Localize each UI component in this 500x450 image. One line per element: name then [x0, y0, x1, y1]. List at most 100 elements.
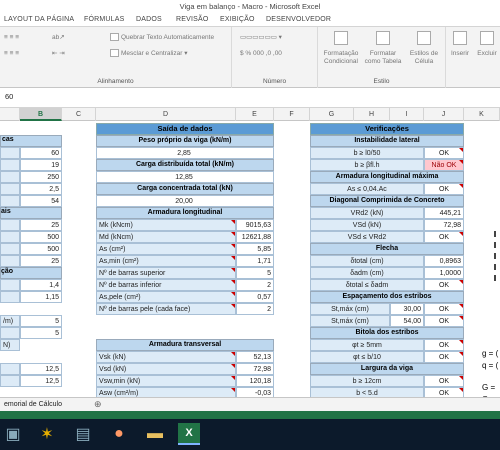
col-c[interactable]: C [62, 108, 96, 121]
folder-icon[interactable]: ▬ [144, 423, 166, 445]
left-row-value[interactable]: 250 [20, 171, 62, 183]
formula-value[interactable]: 60 [5, 92, 13, 101]
col-j[interactable]: J [424, 108, 464, 121]
left-row-value[interactable]: 1,15 [20, 291, 62, 303]
cell-styles-button[interactable]: Estilos de Célula [404, 31, 444, 66]
peso-value[interactable]: 2,85 [96, 147, 274, 159]
trans-row-value[interactable]: 72,98 [236, 363, 274, 375]
sheet-tab-memorial[interactable]: emorial de Cálculo [0, 398, 62, 412]
left-row-label [0, 243, 20, 255]
left-row-value[interactable]: 12,5 [20, 363, 62, 375]
tab-developer[interactable]: DESENVOLVEDOR [266, 13, 331, 27]
col-g[interactable]: G [310, 108, 354, 121]
merge-center-button[interactable]: Mesclar e Centralizar ▾ [110, 49, 188, 58]
col-d[interactable]: D [96, 108, 236, 121]
long-row-value[interactable]: 5 [236, 267, 274, 279]
esp-row-status: OK [424, 315, 464, 327]
ribbon: ≡ ≡ ≡ ≡ ≡ ≡ ab↗ ⇤ ⇥ Quebrar Texto Automa… [0, 27, 500, 88]
trans-row-value[interactable]: 120,18 [236, 375, 274, 387]
verif-row-value[interactable]: 1,0000 [424, 267, 464, 279]
esp-row-value[interactable]: 54,00 [390, 315, 424, 327]
left-label-n: N) [0, 339, 20, 351]
tab-review[interactable]: REVISÃO [176, 13, 209, 27]
long-row-label: Mk (kNcm) [96, 219, 236, 231]
esp-row-label: St,máx (cm) [310, 303, 390, 315]
carga-dist-value[interactable]: 12,85 [96, 171, 274, 183]
left-row-value[interactable]: 500 [20, 243, 62, 255]
col-h[interactable]: H [354, 108, 390, 121]
left-row-label [0, 279, 20, 291]
col-i[interactable]: I [390, 108, 424, 121]
long-row-value[interactable]: 5,85 [236, 243, 274, 255]
verif-row-value[interactable]: 72,98 [424, 219, 464, 231]
esp-row-value[interactable]: 30,00 [390, 303, 424, 315]
trans-row-value[interactable]: 52,13 [236, 351, 274, 363]
column-headers: B C D E F G H I J K [0, 108, 500, 121]
left-row-value[interactable]: 1,4 [20, 279, 62, 291]
verif-row-label: b ≥ βfl.h [310, 159, 424, 171]
trans-row-value[interactable]: -0,03 [236, 387, 274, 397]
firefox-icon[interactable]: ● [108, 423, 130, 445]
align-top-icon[interactable]: ≡ ≡ ≡ [4, 33, 19, 42]
align-left-icon[interactable]: ≡ ≡ ≡ [4, 49, 19, 58]
col-partial[interactable] [0, 108, 20, 121]
left-row-value[interactable]: 25 [20, 219, 62, 231]
add-sheet-icon[interactable]: ⊕ [94, 399, 102, 410]
bitola-title: Bitola dos estribos [310, 327, 464, 339]
col-k[interactable]: K [464, 108, 500, 121]
left-row-value[interactable]: 2,5 [20, 183, 62, 195]
verif-status-ok: OK [424, 387, 464, 397]
long-row-value[interactable]: 1,71 [236, 255, 274, 267]
format-table-button[interactable]: Formatar como Tabela [362, 31, 404, 66]
long-row-value[interactable]: 12621,88 [236, 231, 274, 243]
number-format-icons[interactable]: $ % 000 ,0 ,00 [240, 49, 282, 58]
long-row-value[interactable]: 2 [236, 279, 274, 291]
verif-row-value[interactable]: 445,21 [424, 207, 464, 219]
left-row-value[interactable]: 54 [20, 195, 62, 207]
conditional-format-icon [334, 31, 348, 45]
tab-page-layout[interactable]: LAYOUT DA PÁGINA [4, 13, 74, 27]
col-b[interactable]: B [20, 108, 62, 121]
esp-row-status: OK [424, 303, 464, 315]
tab-view[interactable]: EXIBIÇÃO [220, 13, 255, 27]
left-row-value[interactable]: 60 [20, 147, 62, 159]
esp-row-label: St,máx (cm) [310, 315, 390, 327]
conditional-format-button[interactable]: Formatação Condicional [320, 31, 362, 66]
delete-button[interactable]: Excluir [474, 31, 500, 58]
tab-data[interactable]: DADOS [136, 13, 162, 27]
network-app-icon[interactable]: ▣ [2, 423, 24, 445]
col-f[interactable]: F [274, 108, 310, 121]
number-format-select[interactable]: ▭▭▭▭▭▭ ▾ [240, 33, 282, 42]
verif-status-ok: OK [424, 183, 464, 195]
carga-conc-value[interactable]: 20,00 [96, 195, 274, 207]
long-row-label: Nº de barras inferior [96, 279, 236, 291]
delete-icon [480, 31, 494, 45]
excel-icon[interactable]: X [178, 423, 200, 445]
save-app-icon[interactable]: ▤ [72, 423, 94, 445]
verif-row-value[interactable]: 0,8963 [424, 255, 464, 267]
star-app-icon[interactable]: ✶ [36, 423, 58, 445]
verif-row-label: δtotal ≤ δadm [310, 279, 424, 291]
left-row-value[interactable]: 5 [20, 315, 62, 327]
left-row-value[interactable]: 5 [20, 327, 62, 339]
col-e[interactable]: E [236, 108, 274, 121]
verif-status-ok: OK [424, 231, 464, 243]
left-row-value[interactable]: 500 [20, 231, 62, 243]
largura-title: Largura da viga [310, 363, 464, 375]
left-row-label [0, 255, 20, 267]
long-row-value[interactable]: 9015,63 [236, 219, 274, 231]
indent-icon[interactable]: ⇤ ⇥ [52, 49, 65, 58]
insert-button[interactable]: Inserir [448, 31, 472, 58]
long-row-value[interactable]: 0,57 [236, 291, 274, 303]
left-row-value[interactable]: 25 [20, 255, 62, 267]
left-row-value[interactable]: 12,5 [20, 375, 62, 387]
long-row-value[interactable]: 2 [236, 303, 274, 315]
orientation-icon[interactable]: ab↗ [52, 33, 65, 42]
number-group: ▭▭▭▭▭▭ ▾ $ % 000 ,0 ,00 Número [232, 27, 318, 88]
tab-formulas[interactable]: FÓRMULAS [84, 13, 125, 27]
formula-bar[interactable]: 60 [0, 88, 500, 108]
left-row-value[interactable]: 19 [20, 159, 62, 171]
wrap-text-button[interactable]: Quebrar Texto Automaticamente [110, 33, 214, 42]
trans-row-label: Vsk (kN) [96, 351, 236, 363]
style-label: Estilo [373, 78, 390, 85]
